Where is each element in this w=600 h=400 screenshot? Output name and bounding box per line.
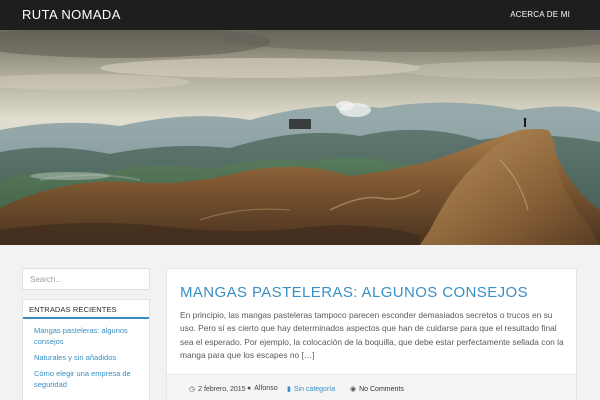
- widget-title-recent-posts: ENTRADAS RECIENTES: [23, 300, 149, 319]
- folder-icon: ▮: [287, 386, 291, 393]
- mountain-landscape-image: [0, 30, 600, 245]
- recent-post-link[interactable]: Naturales y sin añadidos: [34, 352, 139, 363]
- post-comments-text: No Comments: [359, 386, 404, 393]
- post-date-text: 2 febrero, 2015: [198, 386, 246, 393]
- clock-icon: ◷: [189, 386, 196, 393]
- post-title[interactable]: MANGAS PASTELERAS: ALGUNOS CONSEJOS: [180, 284, 528, 301]
- post-category-link[interactable]: ▮ Sin categoría: [287, 385, 335, 393]
- site-title[interactable]: RUTA NOMADA: [22, 7, 121, 22]
- post-card: MANGAS PASTELERAS: ALGUNOS CONSEJOS En p…: [166, 268, 577, 400]
- post-category-text: Sin categoría: [293, 386, 336, 393]
- comment-icon: ◉: [350, 386, 357, 393]
- recent-posts-widget: ENTRADAS RECIENTES Mangas pasteleras: al…: [22, 299, 150, 400]
- post-author: ● Alfonso: [247, 385, 278, 392]
- hero-banner-image: [0, 30, 600, 245]
- post-author-text: Alfonso: [254, 385, 278, 392]
- recent-posts-list: Mangas pasteleras: algunos consejos Natu…: [23, 319, 149, 390]
- search-input[interactable]: [22, 268, 150, 290]
- user-icon: ●: [247, 385, 252, 392]
- recent-post-link[interactable]: Cómo elegir una empresa de seguridad: [34, 368, 139, 390]
- post-date: ◷ 2 febrero, 2015: [189, 385, 246, 393]
- post-meta-bar: ◷ 2 febrero, 2015 ● Alfonso ▮ Sin categoría…: [167, 374, 576, 400]
- top-navigation-bar: RUTA NOMADA ACERCA DE MI: [0, 0, 600, 30]
- nav-item-acerca-de-mi[interactable]: ACERCA DE MI: [510, 10, 570, 19]
- recent-post-link[interactable]: Mangas pasteleras: algunos consejos: [34, 325, 139, 347]
- post-comments-link[interactable]: ◉ No Comments: [350, 385, 404, 393]
- post-excerpt: En principio, las mangas pasteleras tamp…: [180, 310, 564, 360]
